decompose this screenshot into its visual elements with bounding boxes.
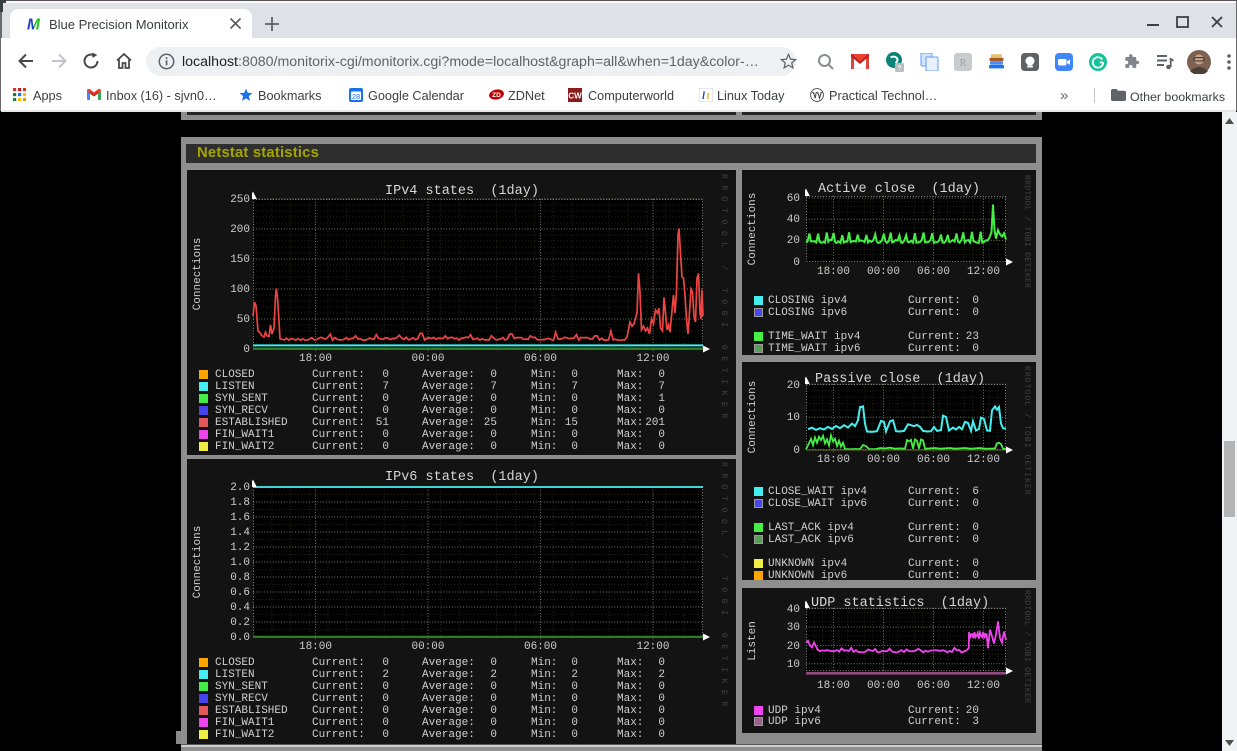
svg-text:CW: CW xyxy=(568,92,582,101)
svg-text:28: 28 xyxy=(352,92,360,101)
svg-text:ZD: ZD xyxy=(492,92,501,99)
svg-text:l: l xyxy=(702,91,705,102)
svg-text:R: R xyxy=(960,58,967,69)
svg-text:?: ? xyxy=(897,63,901,72)
svg-text:M: M xyxy=(27,17,41,33)
